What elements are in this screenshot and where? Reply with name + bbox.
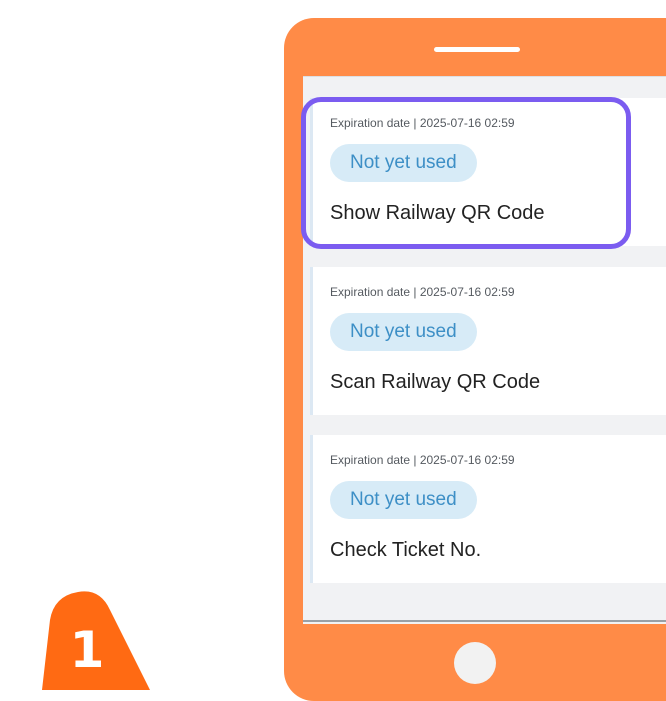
ticket-card-scan-qr[interactable]: Expiration date | 2025-07-16 02:59 Not y… <box>310 267 666 415</box>
phone-screen: Expiration date | 2025-07-16 02:59 Not y… <box>303 76 666 624</box>
expiration-date: Expiration date | 2025-07-16 02:59 <box>330 453 515 467</box>
ticket-card-show-qr[interactable]: Expiration date | 2025-07-16 02:59 Not y… <box>310 98 666 246</box>
status-badge: Not yet used <box>330 144 477 182</box>
tutorial-stage: 1 Expiration date | 2025-07-16 02:59 Not… <box>0 0 666 701</box>
scan-railway-qr-code-button[interactable]: Scan Railway QR Code <box>330 371 540 394</box>
expiration-date: Expiration date | 2025-07-16 02:59 <box>330 116 515 130</box>
check-ticket-no-button[interactable]: Check Ticket No. <box>330 539 481 562</box>
screen-divider <box>303 620 666 622</box>
home-button[interactable] <box>454 642 496 684</box>
show-railway-qr-code-button[interactable]: Show Railway QR Code <box>330 202 545 225</box>
screen-divider <box>303 76 666 77</box>
status-badge: Not yet used <box>330 481 477 519</box>
step-number: 1 <box>69 621 105 679</box>
phone-mockup: Expiration date | 2025-07-16 02:59 Not y… <box>284 18 666 701</box>
ticket-card-check-ticket[interactable]: Expiration date | 2025-07-16 02:59 Not y… <box>310 435 666 583</box>
speaker-icon <box>434 47 520 52</box>
expiration-date: Expiration date | 2025-07-16 02:59 <box>330 285 515 299</box>
status-badge: Not yet used <box>330 313 477 351</box>
